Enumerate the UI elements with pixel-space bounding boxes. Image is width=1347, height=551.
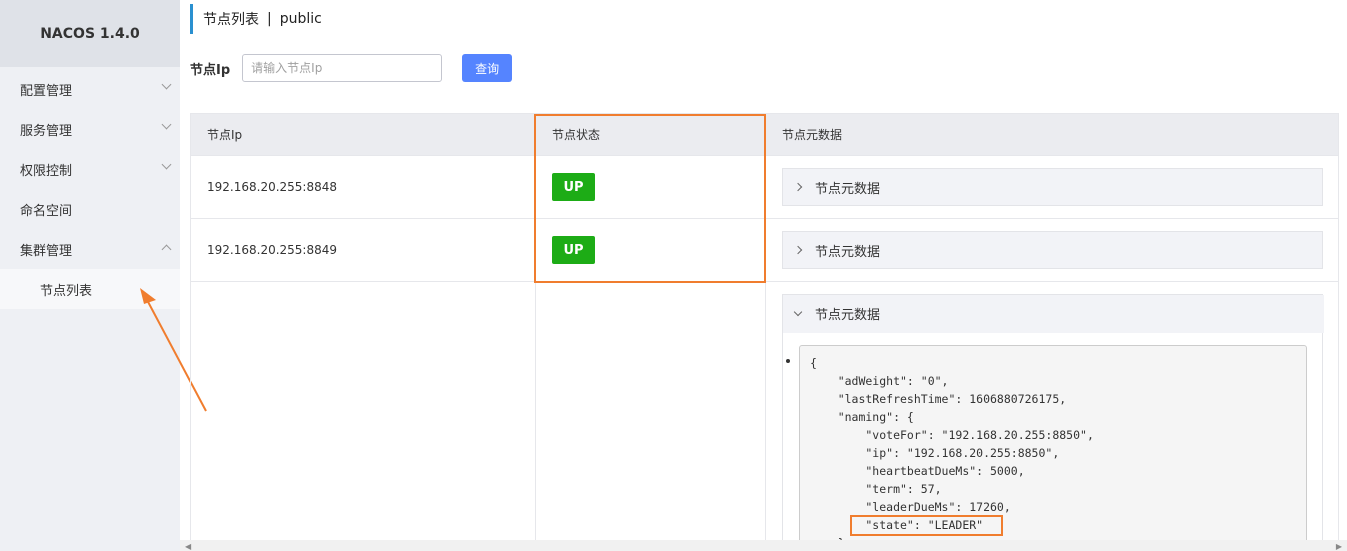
status-badge: UP bbox=[552, 173, 595, 201]
metadata-panel-expanded: 节点元数据 { "adWeight": "0", "lastRefreshTim… bbox=[782, 294, 1324, 543]
table-row: 192.168.20.255:8849 UP 节点元数据 bbox=[191, 219, 1338, 282]
page-title-text: 节点列表 bbox=[203, 12, 259, 28]
brand-title: NACOS 1.4.0 bbox=[0, 0, 180, 67]
search-form: 节点Ip 查询 bbox=[190, 54, 513, 82]
horizontal-scrollbar[interactable]: ◀ ▶ bbox=[180, 540, 1347, 551]
node-ip bbox=[191, 282, 536, 544]
sidebar-subitem-node-list[interactable]: 节点列表 bbox=[0, 269, 180, 309]
title-separator: | bbox=[267, 11, 272, 27]
sidebar-item-label: 集群管理 bbox=[20, 243, 73, 259]
sidebar-item-label: 服务管理 bbox=[20, 123, 73, 139]
metadata-collapse-header[interactable]: 节点元数据 bbox=[782, 231, 1323, 269]
bullet-icon bbox=[786, 359, 790, 363]
table-row: 节点元数据 { "adWeight": "0", "lastRefreshTim… bbox=[191, 282, 1338, 544]
node-ip: 192.168.20.255:8848 bbox=[191, 156, 536, 218]
chevron-right-icon bbox=[793, 245, 803, 255]
node-ip: 192.168.20.255:8849 bbox=[191, 219, 536, 281]
table-header: 节点Ip 节点状态 节点元数据 bbox=[191, 114, 1338, 156]
column-header-status: 节点状态 bbox=[536, 114, 766, 155]
metadata-label: 节点元数据 bbox=[815, 244, 881, 260]
sidebar-item-label: 命名空间 bbox=[20, 203, 73, 219]
main-content: 节点列表 | public 节点Ip 查询 节点Ip 节点状态 节点元数据 19… bbox=[180, 0, 1347, 551]
query-button[interactable]: 查询 bbox=[462, 54, 513, 82]
sidebar-item-cluster[interactable]: 集群管理 bbox=[0, 229, 180, 269]
metadata-label: 节点元数据 bbox=[815, 181, 881, 197]
status-cell bbox=[536, 282, 766, 544]
sidebar-item-config[interactable]: 配置管理 bbox=[0, 69, 180, 109]
metadata-json: { "adWeight": "0", "lastRefreshTime": 16… bbox=[799, 345, 1307, 543]
sidebar-item-permission[interactable]: 权限控制 bbox=[0, 149, 180, 189]
metadata-cell: 节点元数据 bbox=[766, 156, 1338, 218]
status-cell: UP bbox=[536, 156, 766, 218]
sidebar-item-service[interactable]: 服务管理 bbox=[0, 109, 180, 149]
page-title: 节点列表 | public bbox=[190, 4, 322, 34]
scroll-right-icon[interactable]: ▶ bbox=[1336, 542, 1342, 551]
search-label: 节点Ip bbox=[190, 62, 231, 78]
sidebar-item-namespace[interactable]: 命名空间 bbox=[0, 189, 180, 229]
column-header-metadata: 节点元数据 bbox=[782, 128, 843, 142]
chevron-right-icon bbox=[793, 182, 803, 192]
namespace-label: public bbox=[279, 11, 322, 27]
sidebar-item-label: 权限控制 bbox=[20, 163, 73, 179]
metadata-collapse-header[interactable]: 节点元数据 bbox=[782, 168, 1323, 206]
metadata-collapse-header[interactable]: 节点元数据 bbox=[783, 295, 1324, 333]
metadata-body: { "adWeight": "0", "lastRefreshTime": 16… bbox=[783, 333, 1322, 543]
node-table: 节点Ip 节点状态 节点元数据 192.168.20.255:8848 UP 节… bbox=[190, 113, 1339, 544]
chevron-down-icon bbox=[793, 307, 803, 316]
sidebar: NACOS 1.4.0 配置管理 服务管理 权限控制 命名空间 集群管理 节点列… bbox=[0, 0, 180, 551]
chevron-up-icon bbox=[161, 244, 172, 255]
chevron-down-icon bbox=[161, 119, 172, 130]
sidebar-subitem-label: 节点列表 bbox=[40, 283, 93, 299]
scroll-left-icon[interactable]: ◀ bbox=[185, 542, 191, 551]
status-badge: UP bbox=[552, 236, 595, 264]
metadata-label: 节点元数据 bbox=[815, 308, 881, 323]
status-cell: UP bbox=[536, 219, 766, 281]
table-row: 192.168.20.255:8848 UP 节点元数据 bbox=[191, 156, 1338, 219]
chevron-down-icon bbox=[161, 79, 172, 90]
chevron-down-icon bbox=[161, 159, 172, 170]
search-input[interactable] bbox=[242, 54, 443, 82]
metadata-cell: 节点元数据 bbox=[766, 219, 1338, 281]
metadata-cell: 节点元数据 { "adWeight": "0", "lastRefreshTim… bbox=[766, 282, 1338, 544]
sidebar-item-label: 配置管理 bbox=[20, 83, 73, 99]
column-header-ip: 节点Ip bbox=[191, 114, 536, 155]
